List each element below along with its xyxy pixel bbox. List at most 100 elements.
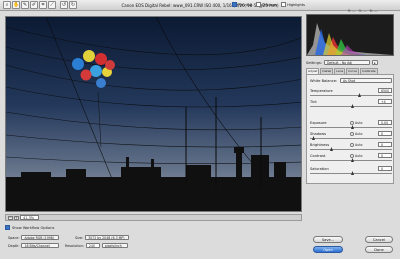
size-select[interactable]: 3072 by 2048 (6.3 MP) [85, 235, 130, 240]
histogram [306, 14, 394, 56]
auto-radio-icon [350, 132, 354, 136]
exposure-row: Exposure Auto 0.00 [310, 120, 392, 130]
space-label: Space: [8, 235, 20, 240]
depth-select[interactable]: 16 Bits/Channel [21, 243, 60, 248]
size-label: Size: [75, 235, 84, 240]
white-balance-label: White Balance: [310, 79, 338, 83]
shadows-input[interactable]: 0 [378, 131, 392, 136]
white-balance-select[interactable]: As Shot [340, 78, 392, 83]
exposure-label: Exposure [310, 121, 327, 125]
settings-row: Settings: Default - No Adj ▸ [306, 60, 378, 65]
r-readout: R: --- [348, 9, 356, 13]
highlights-checkbox[interactable]: Highlights [281, 2, 305, 7]
shadows-slider-track[interactable] [310, 138, 392, 139]
auto-radio-icon [350, 154, 354, 158]
workflow-options: Show Workflow Options Space: Adobe RGB (… [5, 225, 302, 255]
tool-group: ⌕ ✋ ✎ ✐ ⌗ ⟋ ↺ ↻ [3, 1, 77, 9]
settings-select[interactable]: Default - No Adj [323, 60, 370, 65]
white-balance-row: White Balance: As Shot [310, 78, 392, 88]
exposure-slider-track[interactable] [310, 127, 392, 128]
shadows-label: Shadows [310, 132, 327, 136]
shadows-auto-label: Auto [355, 132, 363, 136]
zoom-in-icon[interactable]: + [14, 216, 19, 220]
depth-row: Depth: 16 Bits/Channel [8, 243, 60, 248]
brightness-input[interactable]: 0 [378, 142, 392, 147]
preview-checkbox[interactable]: Preview [232, 2, 252, 7]
color-sampler-tool-icon[interactable]: ✐ [30, 1, 38, 9]
zoom-out-icon[interactable]: − [8, 216, 13, 220]
tint-row: Tint +4 [310, 99, 392, 109]
rotate-left-icon[interactable]: ↺ [60, 1, 68, 9]
highlights-label: Highlights [287, 2, 305, 7]
resolution-unit-select[interactable]: pixels/inch [101, 243, 128, 248]
brightness-label: Brightness [310, 143, 330, 147]
temperature-slider-track[interactable] [310, 95, 392, 96]
zoom-tool-icon[interactable]: ⌕ [3, 1, 11, 9]
checkbox-checked-icon [5, 225, 10, 230]
save-button[interactable]: Save... [313, 236, 343, 243]
open-button[interactable]: Open [313, 246, 343, 253]
show-workflow-checkbox[interactable]: Show Workflow Options [5, 225, 54, 230]
tint-slider-track[interactable] [310, 106, 392, 107]
zoom-bar: − + 41.3% [5, 214, 302, 221]
image-preview[interactable] [5, 16, 302, 212]
g-readout: G: --- [358, 9, 367, 13]
contrast-auto-checkbox[interactable]: Auto [350, 154, 362, 158]
contrast-label: Contrast [310, 154, 326, 158]
resolution-label: Resolution: [65, 243, 84, 248]
saturation-input[interactable]: 0 [378, 166, 392, 171]
shadows-auto-checkbox[interactable]: Auto [350, 132, 362, 136]
zoom-level-select[interactable]: 41.3% [20, 215, 39, 220]
size-row: Size: 3072 by 2048 (6.3 MP) [75, 235, 130, 240]
toolbar: ⌕ ✋ ✎ ✐ ⌗ ⟋ ↺ ↻ Canon EOS Digital Rebel:… [0, 0, 400, 11]
b-readout: B: --- [369, 9, 378, 13]
brightness-row: Brightness Auto 0 [310, 142, 392, 152]
contrast-input[interactable]: 0 [378, 153, 392, 158]
tint-input[interactable]: +4 [378, 99, 392, 104]
shadows-checkbox[interactable]: Shadows [255, 2, 278, 7]
contrast-row: Contrast Auto 0 [310, 153, 392, 163]
rgb-readout: R: --- G: --- B: --- [348, 9, 377, 13]
checkbox-icon [281, 2, 287, 7]
exposure-auto-label: Auto [355, 121, 363, 125]
cancel-button[interactable]: Cancel [365, 236, 393, 243]
resolution-row: Resolution: 240 pixels/inch [65, 243, 128, 248]
saturation-row: Saturation 0 [310, 166, 392, 176]
brightness-auto-label: Auto [355, 143, 363, 147]
resolution-input[interactable]: 240 [85, 243, 100, 248]
preview-options: Preview Shadows Highlights [232, 2, 305, 7]
contrast-auto-label: Auto [355, 154, 363, 158]
rotate-right-icon[interactable]: ↻ [69, 1, 77, 9]
crop-tool-icon[interactable]: ⌗ [39, 1, 47, 9]
done-button[interactable]: Done [365, 246, 393, 253]
white-balance-tool-icon[interactable]: ✎ [21, 1, 29, 9]
photo-image [6, 17, 301, 211]
temperature-row: Temperature 6500 [310, 88, 392, 98]
shadows-label: Shadows [261, 2, 278, 7]
hand-tool-icon[interactable]: ✋ [12, 1, 20, 9]
brightness-auto-checkbox[interactable]: Auto [350, 143, 362, 147]
adjust-panel: White Balance: As Shot Temperature 6500 … [306, 74, 394, 184]
space-select[interactable]: Adobe RGB (1998) [21, 235, 60, 240]
exposure-auto-checkbox[interactable]: Auto [350, 121, 362, 125]
space-row: Space: Adobe RGB (1998) [8, 235, 60, 240]
temperature-input[interactable]: 6500 [378, 88, 392, 93]
temperature-label: Temperature [310, 89, 333, 93]
depth-label: Depth: [8, 243, 20, 248]
saturation-label: Saturation [310, 167, 329, 171]
checkbox-checked-icon [232, 2, 237, 7]
auto-radio-icon [350, 143, 354, 147]
straighten-tool-icon[interactable]: ⟋ [48, 1, 56, 9]
contrast-slider-track[interactable] [310, 160, 392, 161]
checkbox-icon [255, 2, 261, 7]
histogram-graph [307, 23, 393, 55]
camera-raw-window: ⌕ ✋ ✎ ✐ ⌗ ⟋ ↺ ↻ Canon EOS Digital Rebel:… [0, 0, 400, 259]
settings-menu-icon[interactable]: ▸ [371, 60, 378, 65]
auto-radio-icon [350, 121, 354, 125]
preview-label: Preview [238, 2, 252, 7]
saturation-slider-track[interactable] [310, 173, 392, 174]
settings-label: Settings: [306, 60, 322, 65]
brightness-slider-track[interactable] [310, 149, 392, 150]
exposure-input[interactable]: 0.00 [378, 120, 392, 125]
workflow-toggle-label: Show Workflow Options [12, 225, 55, 230]
